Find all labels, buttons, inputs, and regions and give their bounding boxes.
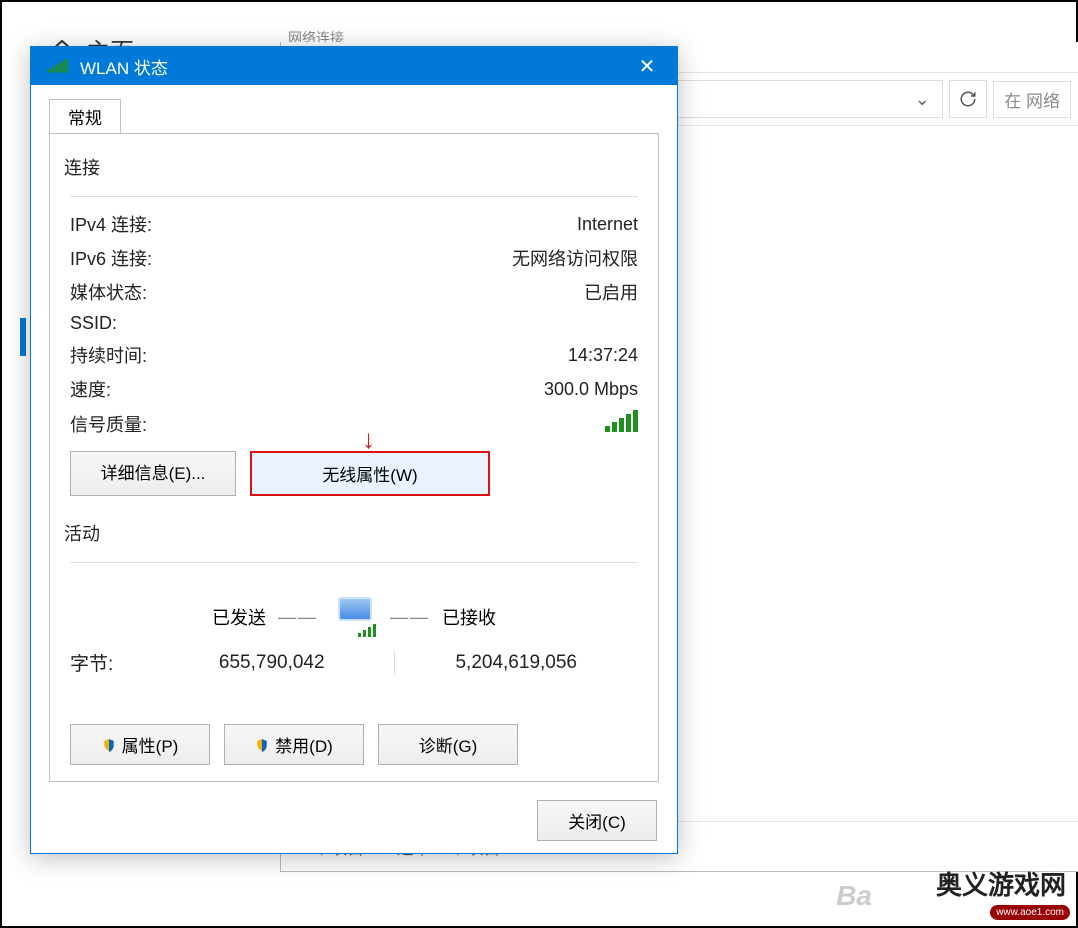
wlan-status-dialog: WLAN 状态 ✕ 常规 连接 IPv4 连接:Internet IPv6 连接… (30, 46, 678, 854)
site-url: www.aoe1.com (990, 905, 1070, 920)
refresh-button[interactable] (949, 80, 987, 118)
section-connection: 连接 (64, 154, 638, 180)
tab-general[interactable]: 常规 (49, 99, 121, 134)
baidu-watermark: Ba (836, 880, 872, 912)
section-activity: 活动 (64, 520, 638, 546)
disable-button[interactable]: 禁用(D) (224, 724, 364, 765)
properties-button[interactable]: 属性(P) (70, 724, 210, 765)
dialog-title: WLAN 状态 (80, 54, 168, 79)
site-brand: 奥义游戏网 (936, 865, 1066, 902)
bytes-recv: 5,204,619,056 (395, 652, 639, 674)
ipv4-value: Internet (210, 214, 638, 235)
background-window: 主页 网络连接 rnet › 网络连接 ⌄ 在 网络 诊断这个连接 重命名此连接… (0, 0, 1078, 928)
signal-label: 信号质量: (70, 411, 210, 437)
sidebar-selection-indicator (20, 318, 26, 356)
dash-icon: —— (278, 607, 318, 628)
ipv4-label: IPv4 连接: (70, 211, 210, 237)
ipv6-label: IPv6 连接: (70, 245, 210, 271)
media-value: 已启用 (210, 279, 638, 305)
duration-value: 14:37:24 (210, 345, 638, 366)
ssid-label: SSID: (70, 313, 210, 334)
wireless-properties-button[interactable]: 无线属性(W) (250, 451, 490, 496)
signal-value (210, 410, 638, 437)
dialog-titlebar[interactable]: WLAN 状态 ✕ (31, 47, 677, 85)
annotation-arrow-icon: ↓ (362, 424, 375, 455)
speed-value: 300.0 Mbps (210, 379, 638, 400)
chevron-down-icon[interactable]: ⌄ (912, 89, 932, 110)
shield-icon (255, 738, 269, 752)
details-button[interactable]: 详细信息(E)... (70, 451, 236, 496)
bytes-sent: 655,790,042 (150, 652, 394, 674)
refresh-icon (959, 90, 977, 108)
dash-icon: —— (390, 607, 430, 628)
sent-label: 已发送 (70, 604, 266, 630)
wifi-icon (48, 59, 68, 72)
close-dialog-button[interactable]: 关闭(C) (537, 800, 657, 841)
search-input[interactable]: 在 网络 (993, 81, 1071, 118)
computer-icon (330, 597, 378, 637)
media-label: 媒体状态: (70, 279, 210, 305)
diagnose-button[interactable]: 诊断(G) (378, 724, 518, 765)
signal-bars-icon (605, 410, 638, 432)
ipv6-value: 无网络访问权限 (210, 245, 638, 271)
bytes-label: 字节: (70, 649, 150, 676)
close-button[interactable]: ✕ (627, 54, 667, 79)
shield-icon (102, 738, 116, 752)
speed-label: 速度: (70, 376, 210, 402)
recv-label: 已接收 (442, 604, 638, 630)
duration-label: 持续时间: (70, 342, 210, 368)
